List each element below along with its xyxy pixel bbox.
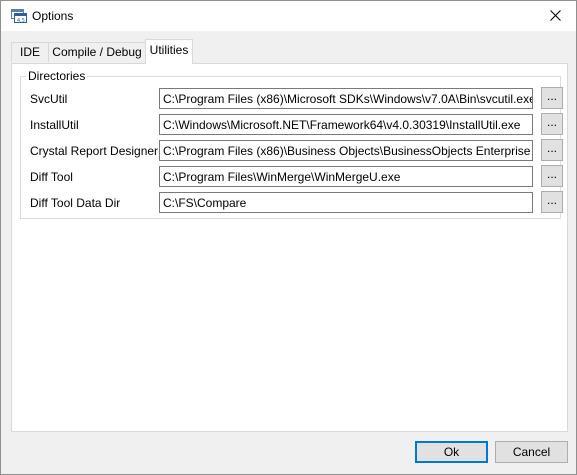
- tab-ide[interactable]: IDE: [11, 42, 49, 62]
- svg-text:4.5: 4.5: [17, 18, 25, 24]
- tab-utilities[interactable]: Utilities: [145, 39, 193, 64]
- cancel-button[interactable]: Cancel: [495, 441, 568, 463]
- diff-tool-data-dir-path-input[interactable]: [159, 192, 533, 213]
- diff-tool-data-dir-browse-button[interactable]: ...: [541, 191, 563, 213]
- installutil-path-input[interactable]: [159, 114, 533, 135]
- crystal-report-designer-label: Crystal Report Designer: [30, 144, 159, 158]
- diff-tool-data-dir-label: Diff Tool Data Dir: [30, 196, 121, 210]
- tab-compile-debug[interactable]: Compile / Debug: [48, 42, 146, 62]
- crystal-report-designer-path-input[interactable]: [159, 140, 533, 161]
- svcutil-path-input[interactable]: [159, 88, 533, 109]
- ok-button[interactable]: Ok: [415, 441, 488, 463]
- window-title: Options: [32, 9, 74, 23]
- options-dialog: 4.5 Options IDE Compile / Debug Utilitie…: [0, 0, 577, 475]
- installutil-label: InstallUtil: [30, 118, 79, 132]
- utilities-tab-panel: Directories SvcUtil ... InstallUtil ... …: [11, 63, 568, 432]
- tab-label: Utilities: [149, 43, 189, 57]
- directories-groupbox: Directories SvcUtil ... InstallUtil ... …: [20, 70, 563, 219]
- close-button[interactable]: [536, 1, 576, 31]
- directories-legend: Directories: [26, 69, 88, 83]
- tab-label: IDE: [19, 45, 40, 59]
- tab-label: Compile / Debug: [52, 45, 142, 59]
- close-icon: [550, 10, 561, 21]
- diff-tool-label: Diff Tool: [30, 170, 73, 184]
- title-bar[interactable]: 4.5 Options: [1, 1, 576, 31]
- app-window-icon: 4.5: [11, 9, 27, 24]
- svcutil-browse-button[interactable]: ...: [541, 87, 563, 109]
- diff-tool-path-input[interactable]: [159, 166, 533, 187]
- installutil-browse-button[interactable]: ...: [541, 113, 563, 135]
- crystal-report-designer-browse-button[interactable]: ...: [541, 139, 563, 161]
- diff-tool-browse-button[interactable]: ...: [541, 165, 563, 187]
- svcutil-label: SvcUtil: [30, 92, 68, 106]
